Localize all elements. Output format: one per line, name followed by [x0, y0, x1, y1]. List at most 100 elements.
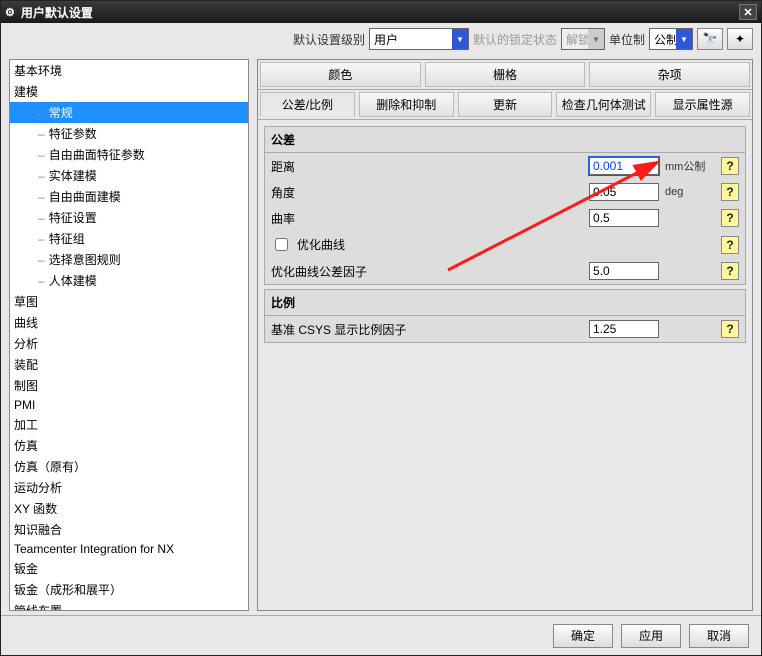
tree-root-item[interactable]: 知识融合 [10, 519, 248, 540]
tree-item-label: 知识融合 [14, 523, 62, 537]
optimize-factor-label: 优化曲线公差因子 [271, 263, 411, 280]
angle-input[interactable] [589, 183, 659, 201]
category-tree[interactable]: 基本环境建模–常规–特征参数–自由曲面特征参数–实体建模–自由曲面建模–特征设置… [9, 59, 249, 611]
lock-label: 默认的锁定状态 [473, 31, 557, 48]
csys-scale-input[interactable] [589, 320, 659, 338]
help-button[interactable]: ? [721, 157, 739, 175]
distance-label: 距离 [271, 158, 411, 175]
tree-item-label: 管线布置 [14, 604, 62, 611]
titlebar: ⚙ 用户默认设置 ✕ [1, 1, 761, 23]
help-button[interactable]: ? [721, 209, 739, 227]
close-icon: ✕ [743, 6, 752, 19]
tree-root-item[interactable]: 基本环境 [10, 60, 248, 81]
tree-root-item[interactable]: 仿真 [10, 435, 248, 456]
tree-root-item[interactable]: 曲线 [10, 312, 248, 333]
sub-tab[interactable]: 检查几何体测试 [556, 92, 651, 117]
tree-item-label: PMI [14, 398, 35, 412]
tree-root-item[interactable]: 管线布置 [10, 600, 248, 611]
tree-item-label: 建模 [14, 85, 38, 99]
tree-dash-icon: – [38, 211, 45, 225]
tree-root-item[interactable]: PMI [10, 396, 248, 414]
ok-button[interactable]: 确定 [553, 624, 613, 648]
tree-child-item[interactable]: –选择意图规则 [10, 249, 248, 270]
sub-tab[interactable]: 删除和抑制 [359, 92, 454, 117]
wand-icon: ✦ [735, 32, 745, 46]
apply-button[interactable]: 应用 [621, 624, 681, 648]
tree-root-item[interactable]: 装配 [10, 354, 248, 375]
tree-root-item[interactable]: 仿真（原有） [10, 456, 248, 477]
tree-root-item[interactable]: 钣金 [10, 558, 248, 579]
tree-item-label: 制图 [14, 379, 38, 393]
tree-child-item[interactable]: –实体建模 [10, 165, 248, 186]
tree-item-label: 装配 [14, 358, 38, 372]
tree-item-label: 自由曲面特征参数 [49, 148, 145, 162]
tree-item-label: 特征设置 [49, 211, 97, 225]
tree-root-item[interactable]: Teamcenter Integration for NX [10, 540, 248, 558]
tree-root-item[interactable]: 钣金（成形和展平） [10, 579, 248, 600]
sub-tab[interactable]: 更新 [458, 92, 553, 117]
tree-item-label: 钣金（成形和展平） [14, 583, 122, 597]
tree-item-label: 曲线 [14, 316, 38, 330]
tree-item-label: 仿真 [14, 439, 38, 453]
chevron-down-icon: ▼ [452, 29, 468, 49]
unit-value: 公制 [654, 31, 678, 48]
cancel-button[interactable]: 取消 [689, 624, 749, 648]
tree-dash-icon: – [38, 253, 45, 267]
tree-child-item[interactable]: –特征设置 [10, 207, 248, 228]
top-tab[interactable]: 颜色 [260, 62, 421, 87]
level-value: 用户 [374, 31, 398, 48]
tree-root-item[interactable]: 制图 [10, 375, 248, 396]
tree-root-item[interactable]: 草图 [10, 291, 248, 312]
top-tab[interactable]: 杂项 [589, 62, 750, 87]
tree-root-item[interactable]: 加工 [10, 414, 248, 435]
curvature-input[interactable] [589, 209, 659, 227]
chevron-down-icon: ▼ [588, 29, 604, 49]
tree-dash-icon: – [38, 169, 45, 183]
sub-tab[interactable]: 公差/比例 [260, 92, 355, 117]
level-select[interactable]: 用户 ▼ [369, 28, 469, 50]
optimize-curve-checkbox[interactable] [275, 238, 288, 251]
help-button[interactable]: ? [721, 183, 739, 201]
tree-child-item[interactable]: –人体建模 [10, 270, 248, 291]
close-button[interactable]: ✕ [739, 4, 757, 20]
unit-label: 单位制 [609, 31, 645, 48]
tree-item-label: XY 函数 [14, 502, 57, 516]
unit-select[interactable]: 公制 ▼ [649, 28, 693, 50]
tree-child-item[interactable]: –自由曲面建模 [10, 186, 248, 207]
help-button[interactable]: ? [721, 236, 739, 254]
tree-item-label: 特征组 [49, 232, 85, 246]
find-button[interactable]: 🔭 [697, 28, 723, 50]
tree-item-label: Teamcenter Integration for NX [14, 542, 174, 556]
csys-scale-label: 基准 CSYS 显示比例因子 [271, 321, 451, 338]
scale-title: 比例 [265, 290, 745, 316]
scale-group: 比例 基准 CSYS 显示比例因子 ? [264, 289, 746, 343]
level-label: 默认设置级别 [293, 31, 365, 48]
optimize-factor-input[interactable] [589, 262, 659, 280]
angle-row: 角度 deg ? [265, 179, 745, 205]
curvature-row: 曲率 ? [265, 205, 745, 231]
tree-dash-icon: – [38, 127, 45, 141]
distance-unit: mm公制 [665, 158, 715, 174]
window-title: 用户默认设置 [21, 4, 93, 21]
tree-item-label: 分析 [14, 337, 38, 351]
tree-child-item[interactable]: –特征组 [10, 228, 248, 249]
tree-root-item[interactable]: XY 函数 [10, 498, 248, 519]
top-tab[interactable]: 栅格 [425, 62, 586, 87]
tree-child-item[interactable]: –常规 [10, 102, 248, 123]
tree-item-label: 加工 [14, 418, 38, 432]
distance-input[interactable] [589, 157, 659, 175]
tree-root-item[interactable]: 建模 [10, 81, 248, 102]
sub-tab[interactable]: 显示属性源 [655, 92, 750, 117]
tree-dash-icon: – [38, 106, 45, 120]
csys-scale-row: 基准 CSYS 显示比例因子 ? [265, 316, 745, 342]
tree-item-label: 基本环境 [14, 64, 62, 78]
chevron-down-icon: ▼ [676, 29, 692, 49]
tolerance-group: 公差 距离 mm公制 ? 角度 deg ? [264, 126, 746, 285]
tree-root-item[interactable]: 运动分析 [10, 477, 248, 498]
tree-root-item[interactable]: 分析 [10, 333, 248, 354]
help-button[interactable]: ? [721, 262, 739, 280]
help-button[interactable]: ? [721, 320, 739, 338]
tree-child-item[interactable]: –特征参数 [10, 123, 248, 144]
reset-button[interactable]: ✦ [727, 28, 753, 50]
tree-child-item[interactable]: –自由曲面特征参数 [10, 144, 248, 165]
